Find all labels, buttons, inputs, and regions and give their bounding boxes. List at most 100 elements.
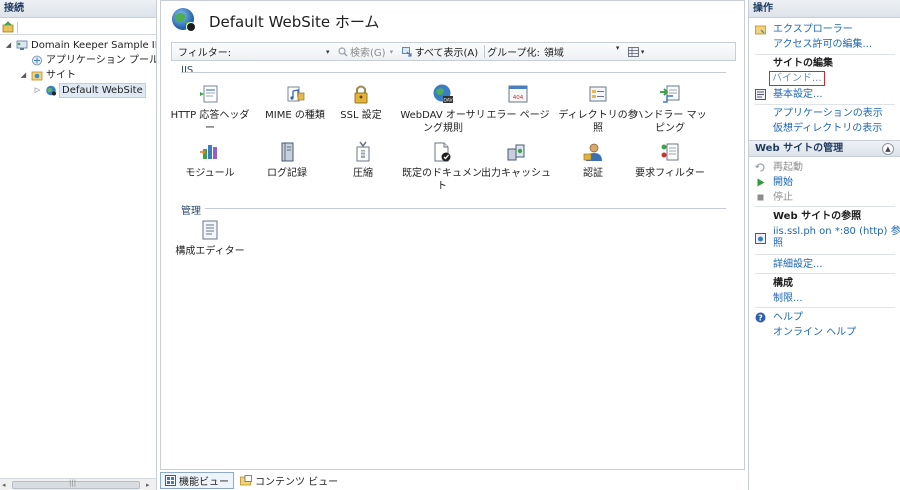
basic-settings-icon: [755, 89, 766, 100]
action-label: バインド...: [769, 71, 825, 86]
explore-folder-icon: [755, 25, 766, 35]
section-divider: [181, 72, 726, 73]
section-iis-header: IIS: [181, 65, 194, 76]
feature-configuration-editor[interactable]: 構成エディター: [170, 219, 250, 258]
feature-label: SSL 設定: [340, 110, 382, 121]
view-tabs: 機能ビュー コンテンツ ビュー: [160, 471, 745, 490]
restart-icon: [755, 163, 765, 172]
feature-authentication[interactable]: 認証: [553, 141, 633, 180]
action-label: iis.ssl.ph on *:80 (http) 参: [773, 226, 900, 237]
feature-label: 要求フィルター: [635, 168, 705, 179]
feature-label: 既定のドキュメント: [402, 168, 482, 192]
feature-http-response-headers[interactable]: HTTP 応答ヘッダー: [170, 83, 250, 135]
page-header: Default WebSite ホーム: [161, 1, 744, 41]
feature-label: 認証: [583, 168, 603, 179]
collapse-icon[interactable]: ▲: [882, 143, 894, 155]
feature-error-pages[interactable]: 404 エラー ページ: [478, 83, 558, 122]
feature-request-filtering[interactable]: 要求フィルター: [629, 141, 711, 180]
search-button[interactable]: 検索(G): [334, 44, 390, 59]
group-by-dropdown-icon: ▾: [615, 44, 620, 52]
webdav-globe-icon: DAV: [433, 84, 454, 104]
feature-label: WebDAV オーサリング規則: [400, 110, 486, 134]
action-label: 停止: [773, 192, 793, 203]
authentication-user-icon: [583, 143, 602, 161]
actions-pane: 操作 エクスプローラー アクセス許可の編集... サイトの編集 バインド... …: [748, 0, 900, 490]
tree-expander[interactable]: ▷: [33, 83, 42, 98]
view-mode-button[interactable]: ▾: [624, 46, 653, 57]
feature-webdav-authoring-rules[interactable]: DAV WebDAV オーサリング規則: [400, 83, 486, 135]
show-all-button[interactable]: すべて表示(A): [398, 44, 483, 59]
connections-pane: 接続 ◢ Domain Keeper Sample IIS アプリケーション プ…: [0, 0, 157, 490]
tree-item-default-website[interactable]: ▷ Default WebSite: [0, 83, 156, 98]
stop-icon: [757, 194, 764, 201]
group-by-select[interactable]: 領域 ▾: [540, 44, 624, 59]
feature-logging[interactable]: ログ記録: [247, 141, 327, 180]
tree-item-server[interactable]: ◢ Domain Keeper Sample IIS: [0, 38, 156, 53]
tree-item-label: Default WebSite: [59, 83, 146, 98]
feature-compression[interactable]: 圧縮: [323, 141, 403, 180]
svg-text:?: ?: [758, 314, 763, 323]
tab-features-view[interactable]: 機能ビュー: [160, 472, 234, 489]
feature-label: エラー ページ: [486, 110, 550, 121]
action-separator: [755, 54, 895, 55]
tree-expander[interactable]: ◢: [19, 68, 28, 83]
server-icon: [16, 40, 28, 50]
directory-browsing-icon: [589, 86, 607, 102]
scrollbar-thumb[interactable]: |||: [12, 479, 140, 489]
modules-icon: [200, 145, 217, 159]
action-separator: [755, 273, 895, 274]
tab-label: 機能ビュー: [179, 477, 229, 488]
connect-icon[interactable]: [2, 21, 14, 33]
manage-website-header[interactable]: Web サイトの管理 ▲: [749, 140, 900, 157]
group-by-label: グループ化:: [487, 48, 540, 59]
configuration-editor-icon: [202, 220, 218, 240]
tree-item-sites[interactable]: ◢ サイト: [0, 68, 156, 83]
mime-types-icon: [287, 86, 305, 102]
tree-expander[interactable]: ◢: [4, 38, 13, 53]
feature-label: ディレクトリの参照: [558, 110, 638, 134]
logging-icon: [281, 142, 294, 162]
filter-input[interactable]: [234, 44, 326, 59]
feature-label: HTTP 応答ヘッダー: [170, 110, 250, 134]
scroll-right-icon[interactable]: ▸: [146, 479, 150, 490]
feature-modules[interactable]: モジュール: [170, 141, 250, 180]
feature-handler-mappings[interactable]: ハンドラー マッピング: [629, 83, 711, 135]
action-label: 基本設定...: [773, 89, 823, 100]
filter-label: フィルター:: [178, 48, 232, 59]
action-browse-binding[interactable]: iis.ssl.ph on *:80 (http) 参 照: [749, 225, 900, 251]
view-mode-dropdown-icon: ▾: [640, 47, 645, 56]
search-dropdown-icon[interactable]: ▾: [390, 48, 398, 56]
feature-label: モジュール: [185, 168, 235, 179]
heading-label: Web サイトの参照: [773, 211, 862, 222]
filter-dropdown-icon[interactable]: ▾: [326, 48, 334, 56]
features-view-icon: [165, 475, 176, 486]
website-globe-icon: [172, 8, 196, 32]
svg-text:404: 404: [513, 95, 524, 101]
horizontal-scrollbar[interactable]: ◂ ||| ▸: [0, 478, 156, 490]
svg-text:DAV: DAV: [443, 98, 453, 104]
action-label: ヘルプ: [773, 312, 803, 323]
action-label: 再起動: [773, 162, 803, 173]
action-label: アプリケーションの表示: [773, 108, 883, 119]
feature-output-caching[interactable]: 出力キャッシュ: [476, 141, 556, 180]
tree-item-app-pools[interactable]: アプリケーション プール: [0, 53, 156, 68]
help-icon: ?: [755, 312, 766, 323]
compression-icon: [356, 141, 370, 162]
tab-content-view[interactable]: コンテンツ ビュー: [236, 472, 342, 489]
scroll-left-icon[interactable]: ◂: [2, 479, 6, 490]
request-filtering-icon: [661, 143, 679, 161]
heading-label: サイトの編集: [773, 58, 833, 69]
heading-label: 構成: [773, 278, 793, 289]
http-headers-icon: [200, 85, 218, 103]
feature-label: MIME の種類: [265, 110, 325, 121]
handler-mappings-icon: [660, 85, 680, 103]
connections-tree: ◢ Domain Keeper Sample IIS アプリケーション プール …: [0, 35, 156, 98]
browse-icon: [755, 233, 766, 244]
feature-ssl-settings[interactable]: SSL 設定: [321, 83, 401, 122]
start-play-icon: [757, 178, 765, 187]
show-all-icon: [401, 46, 412, 56]
feature-default-document[interactable]: 既定のドキュメント: [399, 141, 485, 193]
action-label: エクスプローラー: [773, 24, 853, 35]
action-label-continued: 照: [773, 238, 783, 249]
show-all-label: すべて表示(A): [414, 48, 479, 59]
